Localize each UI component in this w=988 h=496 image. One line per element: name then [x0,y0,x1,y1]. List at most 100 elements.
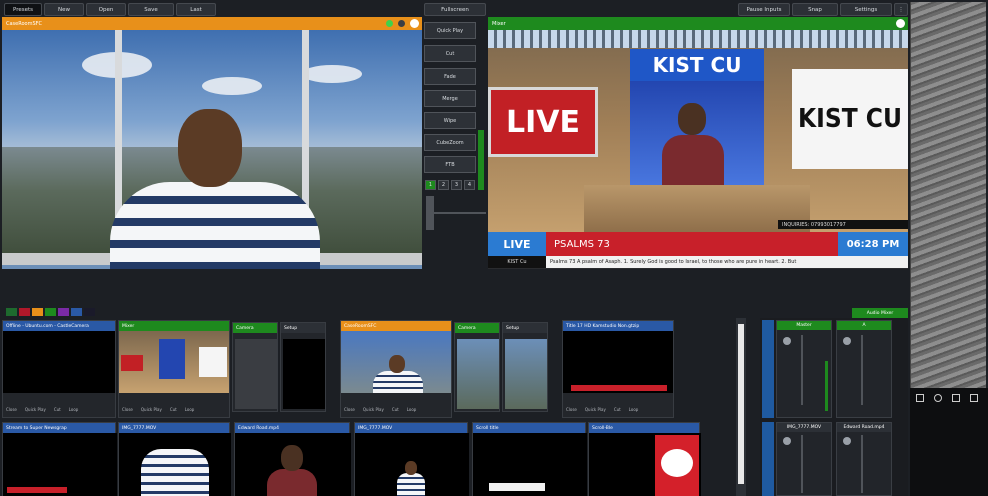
close-button[interactable]: Close [6,407,17,412]
input-camera-b-setup[interactable]: Setup [502,322,548,412]
loop-button[interactable]: Loop [185,407,195,412]
windows-icon[interactable] [916,394,924,402]
volume-fader[interactable] [801,435,803,493]
quick-play-button[interactable]: Quick Play [424,22,476,39]
pause-inputs-button[interactable]: Pause Inputs [738,3,790,16]
cut-button[interactable]: Cut [392,407,399,412]
system-tray [910,388,988,496]
volume-fader[interactable] [861,335,863,405]
color-tag-purple[interactable] [58,308,69,316]
cut-button[interactable]: Cut [54,407,61,412]
tab-open[interactable]: Open [86,3,126,16]
gain-knob-icon[interactable] [783,437,791,445]
cut-button[interactable]: Cut [170,407,177,412]
input-title: Offline - Ubuntu.com - CastleCamera [3,321,115,331]
input-img-7777-b[interactable]: IMG_7777.MOV [354,422,469,496]
channel-a[interactable]: A [836,320,892,418]
tab-save[interactable]: Save [128,3,174,16]
quick-play-button[interactable]: Quick Play [363,407,384,412]
input-img-7777-a[interactable]: IMG_7777.MOV [118,422,231,496]
input-scroll-title[interactable]: Scroll title [472,422,587,496]
search-icon[interactable] [934,394,942,402]
color-tag-red[interactable] [19,308,30,316]
task-view-icon[interactable] [952,394,960,402]
input-title: Edward Road.mp4 [235,423,349,433]
quick-play-button[interactable]: Quick Play [585,407,606,412]
wipe-button[interactable]: Wipe [424,112,476,129]
snap-button[interactable]: Snap [792,3,838,16]
settings-gear-icon[interactable] [896,19,905,28]
input-camera-b[interactable]: Camera [454,322,500,412]
volume-fader[interactable] [861,435,863,493]
input-controls[interactable]: Close Quick Play Cut Loop [3,402,115,417]
settings-button[interactable]: Settings [840,3,892,16]
channel-title: Master [777,321,831,330]
input-title-17[interactable]: Title 17 HD Kamstudio Non.gtzip Close Qu… [562,320,674,418]
input-title: IMG_7777.MOV [119,423,229,433]
input-thumbnail [457,339,499,409]
inputs-scrollbar[interactable] [736,318,746,496]
gain-knob-icon[interactable] [843,437,851,445]
settings-gear-icon[interactable] [410,19,419,28]
tab-new[interactable]: New [44,3,84,16]
channel-img-7777[interactable]: IMG_7777.MOV [776,422,832,496]
thumb-ticker [489,483,545,491]
input-controls[interactable]: Close Quick Play Cut Loop [119,402,229,417]
close-button[interactable]: Close [344,407,355,412]
color-tag-black[interactable] [84,308,95,316]
fade-button[interactable]: Fade [424,68,476,85]
transition-4-button[interactable]: 4 [464,180,475,190]
input-offline-camera[interactable]: Offline - Ubuntu.com - CastleCamera Clos… [2,320,116,418]
gain-knob-icon[interactable] [843,337,851,345]
channel-edward-road[interactable]: Edward Road.mp4 [836,422,892,496]
fullscreen-button[interactable]: Fullscreen [424,3,486,16]
tab-presets[interactable]: Presets [4,3,42,16]
input-camera-a-setup[interactable]: Setup [280,322,326,412]
input-controls[interactable]: Close Quick Play Cut Loop [341,402,451,417]
input-thumbnail [3,433,117,496]
input-scroll-ble[interactable]: Scroll-Ble [588,422,701,496]
audio-mixer-header[interactable]: Audio Mixer [852,308,908,318]
presenter-body [110,182,320,269]
input-thumbnail [235,433,351,496]
transition-3-button[interactable]: 3 [451,180,462,190]
gain-knob-icon[interactable] [783,337,791,345]
preview-window[interactable]: CaseRoomSFC [2,17,422,269]
cut-button[interactable]: Cut [614,407,621,412]
color-tag-lime[interactable] [45,308,56,316]
transition-2-button[interactable]: 2 [438,180,449,190]
quick-play-button[interactable]: Quick Play [25,407,46,412]
channel-title: Edward Road.mp4 [837,423,891,432]
input-caseroom[interactable]: CaseRoomSFC Close Quick Play Cut Loop [340,320,452,418]
quick-play-button[interactable]: Quick Play [141,407,162,412]
input-mixer[interactable]: Mixer Close Quick Play Cut Loop [118,320,230,418]
thumb-live [121,355,143,371]
thumb-presenter [373,371,423,393]
color-tag-green[interactable] [6,308,17,316]
folder-icon[interactable] [970,394,978,402]
loop-button[interactable]: Loop [69,407,79,412]
ftb-button[interactable]: FTB [424,156,476,173]
volume-fader[interactable] [801,335,803,405]
cubezoom-button[interactable]: CubeZoom [424,134,476,151]
transition-1-button[interactable]: 1 [425,180,436,190]
program-window[interactable]: Mixer KIST CU LIVE KIST CU INQUIRIES: 07… [488,17,908,269]
merge-button[interactable]: Merge [424,90,476,107]
close-button[interactable]: Close [566,407,577,412]
input-stream[interactable]: Stream to Super Newsgrap [2,422,117,496]
close-button[interactable]: Close [122,407,133,412]
color-tag-blue[interactable] [71,308,82,316]
input-camera-a[interactable]: Camera [232,322,278,412]
cut-button[interactable]: Cut [424,45,476,62]
input-thumbnail [589,433,701,496]
color-tag-orange[interactable] [32,308,43,316]
more-icon[interactable]: ⋮ [894,3,908,16]
scrollbar-thumb[interactable] [738,324,744,484]
loop-button[interactable]: Loop [629,407,639,412]
input-edward-road[interactable]: Edward Road.mp4 [234,422,351,496]
loop-button[interactable]: Loop [407,407,417,412]
thumb-shirt [141,449,209,496]
channel-master[interactable]: Master [776,320,832,418]
tab-last[interactable]: Last [176,3,216,16]
input-controls[interactable]: Close Quick Play Cut Loop [563,402,673,417]
